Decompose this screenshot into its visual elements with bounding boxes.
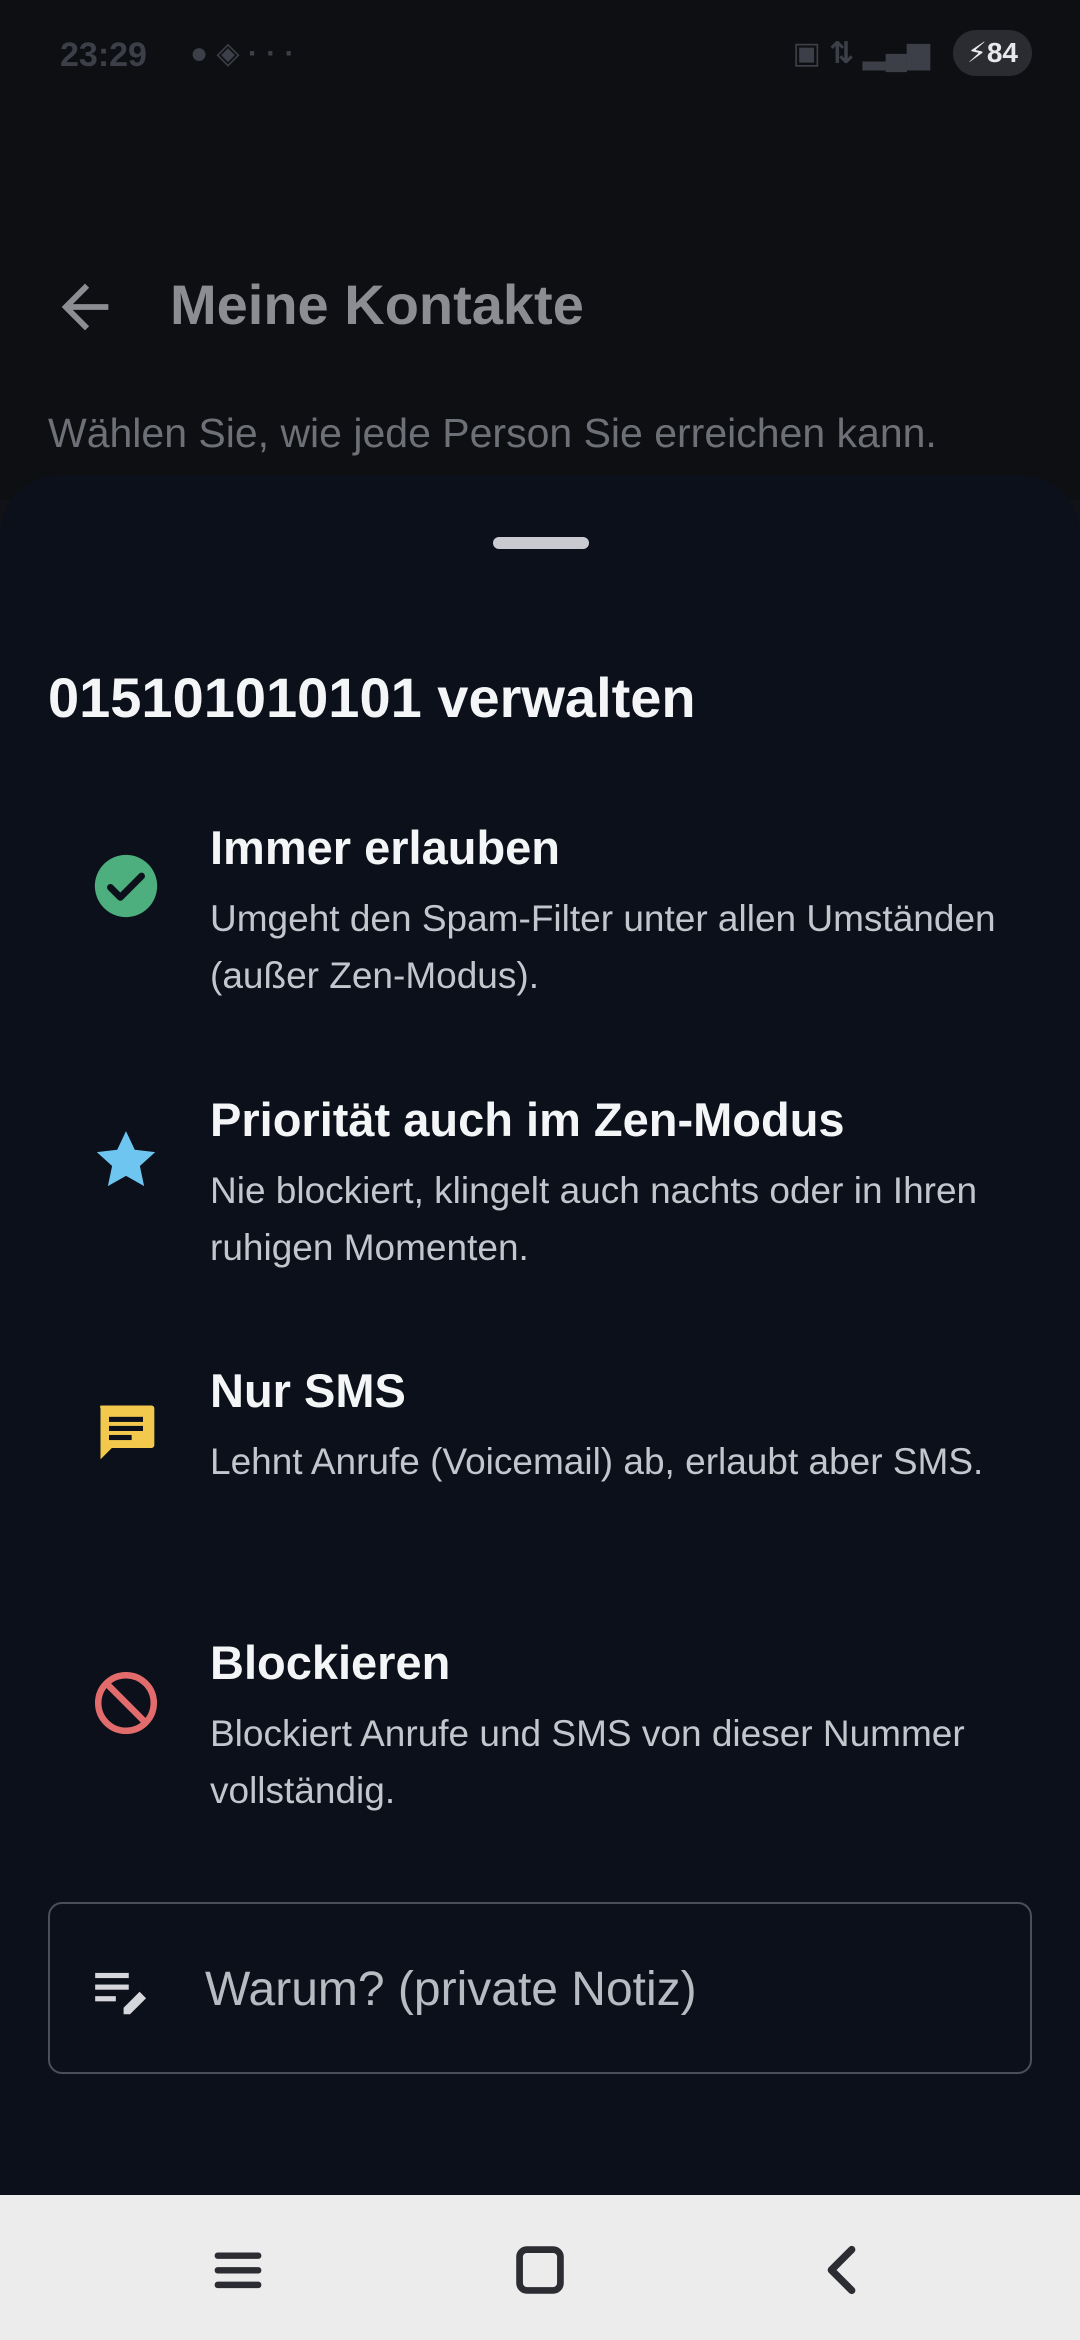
message-icon bbox=[100, 1405, 155, 1460]
arrow-left-icon[interactable] bbox=[50, 272, 120, 342]
menu-icon[interactable] bbox=[203, 2235, 273, 2305]
navigation-bar bbox=[0, 2195, 1080, 2340]
option-description: Blockiert Anrufe und SMS von dieser Numm… bbox=[210, 1713, 965, 1811]
option-title: Priorität auch im Zen-Modus bbox=[210, 1093, 845, 1146]
option-description: Lehnt Anrufe (Voicemail) ab, erlaubt abe… bbox=[210, 1441, 984, 1482]
bolt-icon: ⚡ bbox=[967, 37, 987, 68]
check-circle-icon bbox=[94, 854, 158, 918]
page-title: Meine Kontakte bbox=[170, 273, 584, 336]
drag-handle[interactable] bbox=[493, 537, 589, 549]
app-bar: Meine Kontakte bbox=[0, 250, 1080, 360]
star-icon bbox=[96, 1131, 156, 1187]
option-title: Blockieren bbox=[210, 1636, 451, 1689]
page-subtitle: Wählen Sie, wie jede Person Sie erreiche… bbox=[48, 410, 937, 456]
status-time: 23:29 bbox=[60, 36, 147, 74]
sheet-title: 015101010101 verwalten bbox=[48, 666, 696, 729]
note-input[interactable]: Warum? (private Notiz) bbox=[48, 1902, 1032, 2074]
block-icon bbox=[94, 1671, 158, 1735]
option-always-allow[interactable]: Immer erlauben Umgeht den Spam-Filter un… bbox=[0, 820, 1080, 1050]
option-description: Umgeht den Spam-Filter unter allen Umstä… bbox=[210, 898, 996, 996]
edit-note-icon bbox=[95, 1972, 147, 2015]
battery-level: 84 bbox=[986, 37, 1018, 68]
option-priority-zen[interactable]: Priorität auch im Zen-Modus Nie blockier… bbox=[0, 1092, 1080, 1322]
option-sms-only[interactable]: Nur SMS Lehnt Anrufe (Voicemail) ab, erl… bbox=[0, 1363, 1080, 1593]
notification-icons: ● ◈ · · · bbox=[190, 37, 295, 70]
status-bar: 23:29 ● ◈ · · · ▣ ⇅ ▂▄▆ ⚡84 bbox=[0, 0, 1080, 110]
screen: 23:29 ● ◈ · · · ▣ ⇅ ▂▄▆ ⚡84 Meine Kontak… bbox=[0, 0, 1080, 2340]
chevron-left-icon[interactable] bbox=[808, 2235, 878, 2305]
option-title: Immer erlauben bbox=[210, 821, 561, 874]
option-title: Nur SMS bbox=[210, 1364, 406, 1417]
option-description: Nie blockiert, klingelt auch nachts oder… bbox=[210, 1170, 978, 1268]
option-block[interactable]: Blockieren Blockiert Anrufe und SMS von … bbox=[0, 1635, 1080, 1865]
note-placeholder: Warum? (private Notiz) bbox=[205, 1963, 697, 2016]
square-icon[interactable] bbox=[505, 2235, 575, 2305]
battery-indicator: ⚡84 bbox=[953, 30, 1032, 76]
signal-icons: ▣ ⇅ ▂▄▆ bbox=[792, 37, 930, 70]
bottom-sheet: 015101010101 verwalten Immer erlauben Um… bbox=[0, 475, 1080, 2195]
